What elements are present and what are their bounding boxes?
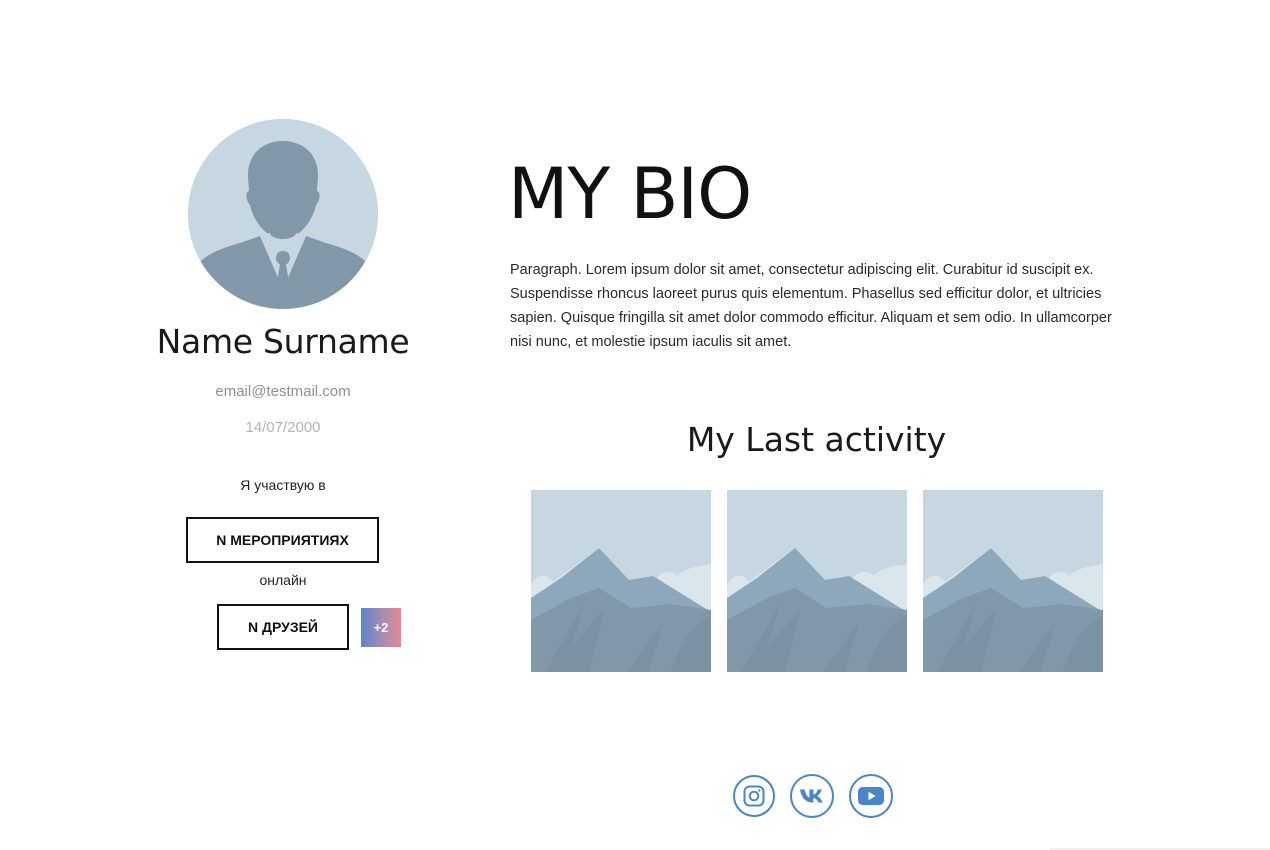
participate-label: Я участвую в: [240, 477, 326, 493]
youtube-icon: [858, 787, 884, 805]
avatar-silhouette-icon: [188, 119, 378, 309]
activity-title: My Last activity: [686, 420, 947, 459]
mountain-image-icon: [923, 490, 1103, 672]
profile-birth-date: 14/07/2000: [245, 419, 321, 436]
bio-title: MY BIO: [508, 153, 752, 235]
instagram-icon: [743, 785, 765, 807]
instagram-link[interactable]: [733, 775, 775, 817]
mountain-image-icon: [727, 490, 907, 672]
vk-icon: [800, 789, 823, 803]
social-links: [733, 774, 893, 818]
events-button[interactable]: N МЕРОПРИЯТИЯХ: [186, 517, 379, 563]
friends-button[interactable]: N ДРУЗЕЙ: [217, 604, 349, 650]
activity-item[interactable]: [727, 490, 907, 672]
activity-item[interactable]: [531, 490, 711, 672]
profile-avatar: [188, 119, 378, 309]
bio-paragraph: Paragraph. Lorem ipsum dolor sit amet, c…: [510, 262, 1112, 350]
more-friends-badge[interactable]: +2: [361, 608, 401, 647]
profile-name: Name Surname: [156, 322, 410, 361]
activity-gallery: [531, 490, 1103, 672]
profile-email: email@testmail.com: [215, 383, 351, 400]
mountain-image-icon: [531, 490, 711, 672]
activity-item[interactable]: [923, 490, 1103, 672]
online-label: онлайн: [259, 572, 307, 588]
vk-link[interactable]: [790, 774, 834, 818]
youtube-link[interactable]: [849, 774, 893, 818]
